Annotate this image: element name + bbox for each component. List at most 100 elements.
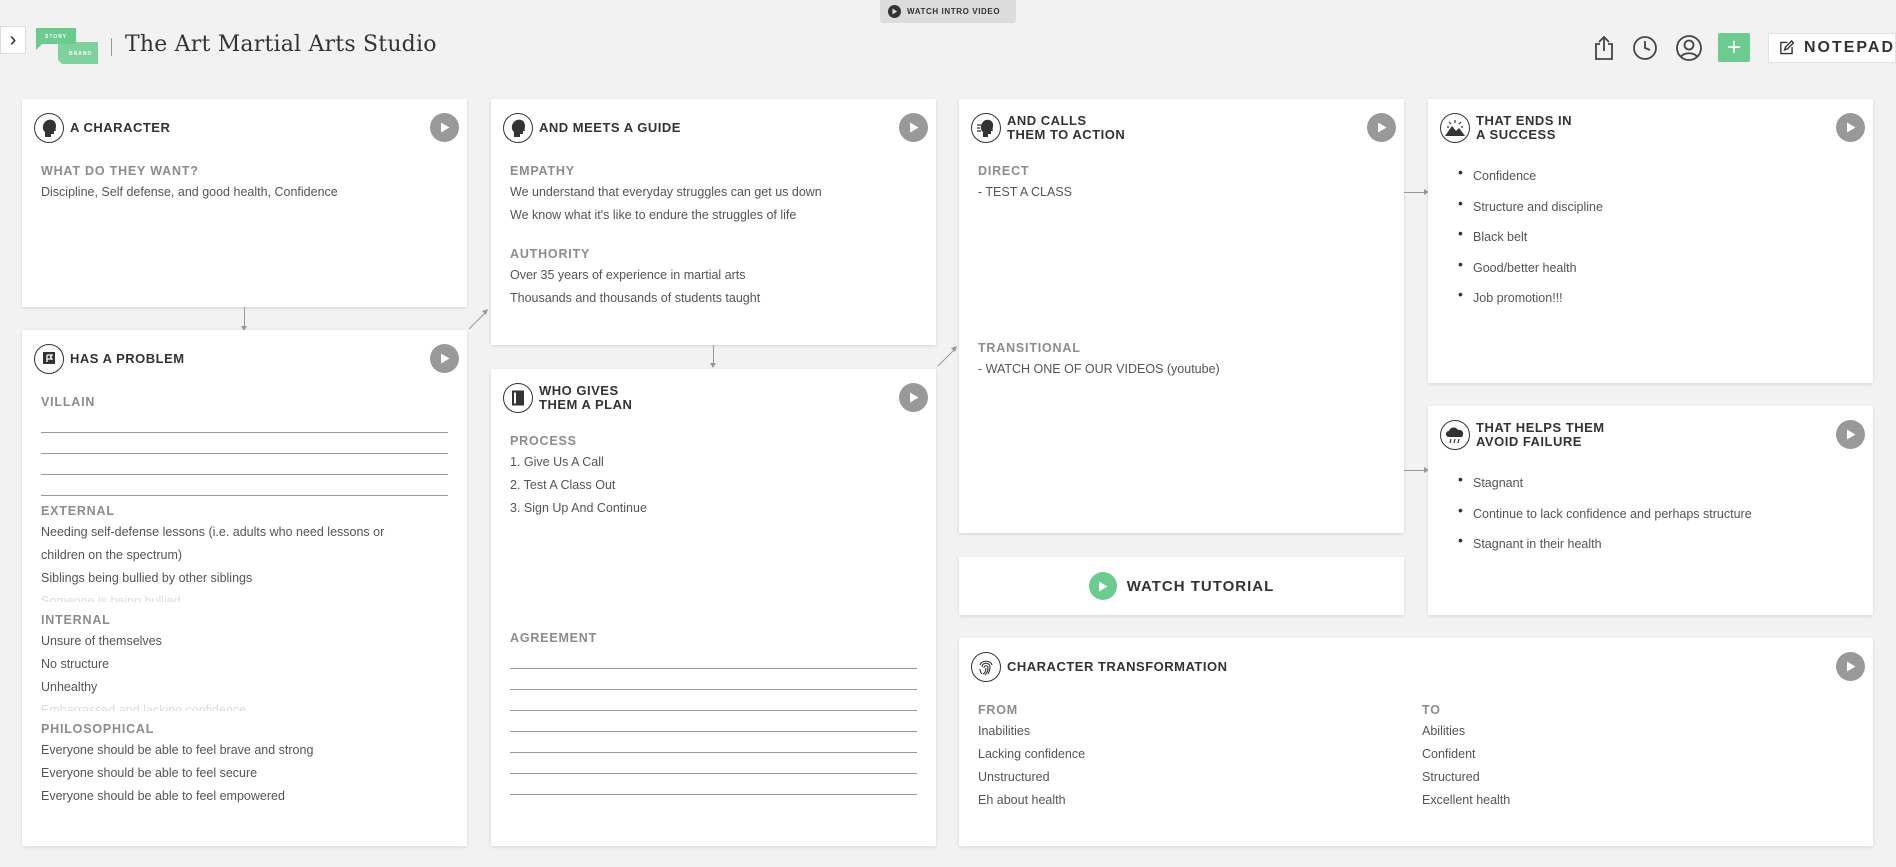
edit-note-icon — [1780, 40, 1794, 55]
from-section: FROM Inabilities Lacking confidence Unst… — [978, 703, 1378, 812]
top-bar: › STORY BRAND The Art Martial Arts Studi… — [0, 0, 1896, 90]
external-line[interactable]: Someone is being bullied — [41, 590, 448, 602]
play-video-button[interactable] — [1367, 113, 1396, 142]
internal-line[interactable]: Embarrassed and lacking confidence — [41, 699, 448, 711]
blank-input-line[interactable] — [41, 412, 448, 433]
transformation-card[interactable]: CHARACTER TRANSFORMATION FROM Inabilitie… — [959, 638, 1873, 846]
blank-input-line[interactable] — [41, 433, 448, 454]
play-video-button[interactable] — [1836, 113, 1865, 142]
to-line[interactable]: Excellent health — [1422, 789, 1822, 812]
watch-intro-video-button[interactable]: WATCH INTRO VIDEO — [880, 0, 1016, 23]
list-item[interactable]: Continue to lack confidence and perhaps … — [1458, 495, 1752, 530]
to-section: TO Abilities Confident Structured Excell… — [1422, 703, 1822, 812]
card-header: AND MEETS A GUIDE — [503, 113, 681, 143]
to-line[interactable]: Abilities — [1422, 720, 1822, 743]
blank-input-line[interactable] — [510, 669, 917, 690]
internal-line[interactable]: No structure — [41, 653, 448, 676]
connector-arrow — [468, 309, 488, 330]
list-item[interactable]: Good/better health — [1458, 249, 1603, 284]
section-label: DIRECT — [978, 164, 1030, 178]
section-label: AGREEMENT — [510, 631, 598, 645]
list-item[interactable]: Stagnant in their health — [1458, 525, 1752, 560]
to-line[interactable]: Confident — [1422, 743, 1822, 766]
flag-icon — [34, 344, 64, 374]
play-video-button[interactable] — [430, 344, 459, 373]
list-item[interactable]: Stagnant — [1458, 464, 1752, 499]
section-label: WHAT DO THEY WANT? — [41, 164, 199, 178]
problem-card[interactable]: HAS A PROBLEM VILLAIN EXTERNAL Needing s… — [22, 330, 467, 846]
connector-arrow — [937, 346, 957, 367]
card-header: THAT ENDS IN A SUCCESS — [1440, 113, 1572, 143]
philosophical-line[interactable]: Everyone should be able to feel empowere… — [41, 785, 448, 808]
failure-card[interactable]: THAT HELPS THEM AVOID FAILURE Stagnant C… — [1428, 406, 1873, 615]
plan-card[interactable]: WHO GIVES THEM A PLAN PROCESS 1. Give Us… — [491, 369, 936, 846]
connector-arrow — [710, 345, 716, 368]
failure-list: Stagnant Continue to lack confidence and… — [1458, 464, 1752, 560]
to-line[interactable]: Structured — [1422, 766, 1822, 789]
section-label: AUTHORITY — [510, 247, 591, 261]
play-video-button[interactable] — [1836, 652, 1865, 681]
connector-arrow — [241, 307, 247, 331]
character-card[interactable]: A CHARACTER WHAT DO THEY WANT? Disciplin… — [22, 99, 467, 307]
philosophical-line[interactable]: Everyone should be able to feel brave an… — [41, 739, 448, 762]
internal-line[interactable]: Unhealthy — [41, 676, 448, 699]
blank-input-line[interactable] — [41, 475, 448, 496]
process-step[interactable]: 3. Sign Up And Continue — [510, 497, 917, 520]
card-title: THAT ENDS IN A SUCCESS — [1476, 113, 1573, 142]
sunrise-mountain-icon — [1440, 113, 1470, 143]
philosophical-line[interactable]: Everyone should be able to feel secure — [41, 762, 448, 785]
call-to-action-card[interactable]: AND CALLS THEM TO ACTION DIRECT - TEST A… — [959, 99, 1404, 533]
connector-arrow — [1404, 189, 1429, 195]
list-item[interactable]: Job promotion!!! — [1458, 279, 1603, 314]
section-label: INTERNAL — [41, 613, 111, 627]
internal-line[interactable]: Unsure of themselves — [41, 630, 448, 653]
empathy-line[interactable]: We know what it's like to endure the str… — [510, 204, 917, 227]
sidebar-toggle-button[interactable]: › — [0, 26, 26, 54]
blank-input-line[interactable] — [510, 648, 917, 669]
blank-input-line[interactable] — [510, 774, 917, 795]
add-button[interactable]: + — [1718, 33, 1750, 62]
process-step[interactable]: 2. Test A Class Out — [510, 474, 917, 497]
blank-input-line[interactable] — [41, 454, 448, 475]
play-video-button[interactable] — [899, 113, 928, 142]
authority-line[interactable]: Over 35 years of experience in martial a… — [510, 264, 917, 287]
authority-line[interactable]: Thousands and thousands of students taug… — [510, 287, 917, 310]
play-video-button[interactable] — [1836, 420, 1865, 449]
from-line[interactable]: Inabilities — [978, 720, 1378, 743]
blank-input-line[interactable] — [510, 711, 917, 732]
list-item[interactable]: Confidence — [1458, 157, 1603, 192]
notepad-button[interactable]: NOTEPAD — [1768, 33, 1896, 63]
from-line[interactable]: Lacking confidence — [978, 743, 1378, 766]
card-header: WHO GIVES THEM A PLAN — [503, 383, 632, 413]
external-line[interactable]: children on the spectrum) — [41, 544, 448, 567]
empathy-line[interactable]: We understand that everyday struggles ca… — [510, 181, 917, 204]
external-line[interactable]: Needing self-defense lessons (i.e. adult… — [41, 521, 448, 544]
success-card[interactable]: THAT ENDS IN A SUCCESS Confidence Struct… — [1428, 99, 1873, 383]
direct-text[interactable]: - TEST A CLASS — [978, 181, 1385, 204]
share-icon[interactable] — [1589, 33, 1619, 63]
section-label: TRANSITIONAL — [978, 341, 1081, 355]
process-step[interactable]: 1. Give Us A Call — [510, 451, 917, 474]
intro-video-label: WATCH INTRO VIDEO — [907, 7, 1001, 16]
play-video-button[interactable] — [430, 113, 459, 142]
guide-card[interactable]: AND MEETS A GUIDE EMPATHY We understand … — [491, 99, 936, 345]
authority-section: AUTHORITY Over 35 years of experience in… — [510, 247, 917, 310]
blank-input-line[interactable] — [510, 690, 917, 711]
external-line[interactable]: Siblings being bullied by other siblings — [41, 567, 448, 590]
want-text[interactable]: Discipline, Self defense, and good healt… — [41, 181, 448, 204]
user-account-icon[interactable] — [1674, 33, 1704, 63]
transitional-text[interactable]: - WATCH ONE OF OUR VIDEOS (youtube) — [978, 358, 1385, 381]
chevron-right-icon: › — [9, 28, 17, 51]
card-title: CHARACTER TRANSFORMATION — [1007, 659, 1228, 674]
from-line[interactable]: Eh about health — [978, 789, 1378, 812]
list-item[interactable]: Structure and discipline — [1458, 188, 1603, 223]
list-item[interactable]: Black belt — [1458, 218, 1603, 253]
play-video-button[interactable] — [899, 383, 928, 412]
card-title: AND CALLS THEM TO ACTION — [1007, 113, 1126, 142]
history-clock-icon[interactable] — [1630, 33, 1660, 63]
blank-input-line[interactable] — [510, 753, 917, 774]
blank-input-line[interactable] — [510, 732, 917, 753]
watch-tutorial-button[interactable]: WATCH TUTORIAL — [959, 557, 1404, 615]
from-line[interactable]: Unstructured — [978, 766, 1378, 789]
person-head-icon — [34, 113, 64, 143]
